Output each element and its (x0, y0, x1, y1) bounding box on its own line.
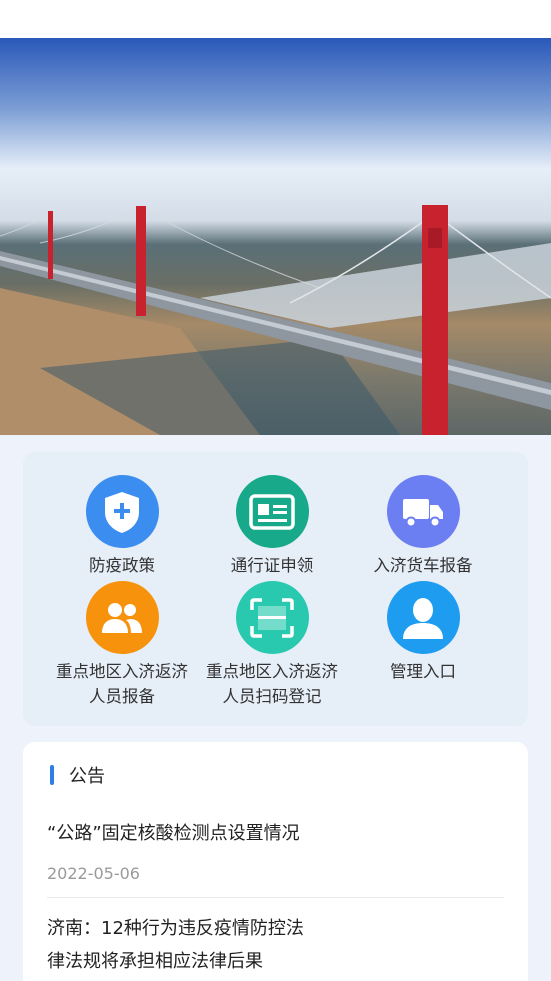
notice-item[interactable]: “公路”固定核酸检测点设置情况 2022-05-06 (47, 817, 504, 883)
notice-item[interactable]: 济南：12种行为违反疫情防控法 律法规将承担相应法律后果 (47, 912, 504, 978)
banner-image[interactable] (0, 38, 551, 435)
menu-item-truck-registration[interactable]: 入济货车报备 (348, 475, 498, 578)
menu-item-pass-application[interactable]: 通行证申领 (197, 475, 347, 578)
notice-accent-bar (50, 765, 54, 785)
menu-label: 管理入口 (390, 662, 456, 681)
menu-item-admin-entry[interactable]: 管理入口 (348, 581, 498, 684)
menu-label: 防疫政策 (89, 556, 155, 575)
menu-label: 重点地区入济返济 人员报备 (56, 662, 188, 706)
people-icon (85, 581, 159, 654)
notice-header: 公告 (50, 762, 105, 788)
menu-item-scan-registration[interactable]: 重点地区入济返济 人员扫码登记 (197, 581, 347, 709)
menu-item-epidemic-policy[interactable]: 防疫政策 (47, 475, 197, 578)
notice-item-title: 济南：12种行为违反疫情防控法 律法规将承担相应法律后果 (47, 918, 304, 972)
menu-item-key-area-registration[interactable]: 重点地区入济返济 人员报备 (47, 581, 197, 709)
status-bar (0, 0, 551, 38)
menu-label: 入济货车报备 (373, 556, 473, 575)
service-menu: 防疫政策 通行证申领 入济货车报备 重点地区入济返济 人员报备 重点地区入济返济… (23, 452, 528, 726)
notice-item-title: “公路”固定核酸检测点设置情况 (47, 823, 300, 844)
notice-section: 公告 “公路”固定核酸检测点设置情况 2022-05-06 济南：12种行为违反… (23, 742, 528, 981)
bridge-illustration (0, 205, 551, 435)
menu-label: 通行证申领 (230, 556, 314, 575)
menu-label: 重点地区入济返济 人员扫码登记 (206, 662, 338, 706)
divider (47, 897, 504, 898)
id-card-icon (235, 475, 309, 548)
notice-item-date: 2022-05-06 (47, 864, 140, 883)
notice-title: 公告 (69, 766, 105, 787)
scan-icon (235, 581, 309, 654)
shield-plus-icon (85, 475, 159, 548)
truck-icon (386, 475, 460, 548)
user-icon (386, 581, 460, 654)
